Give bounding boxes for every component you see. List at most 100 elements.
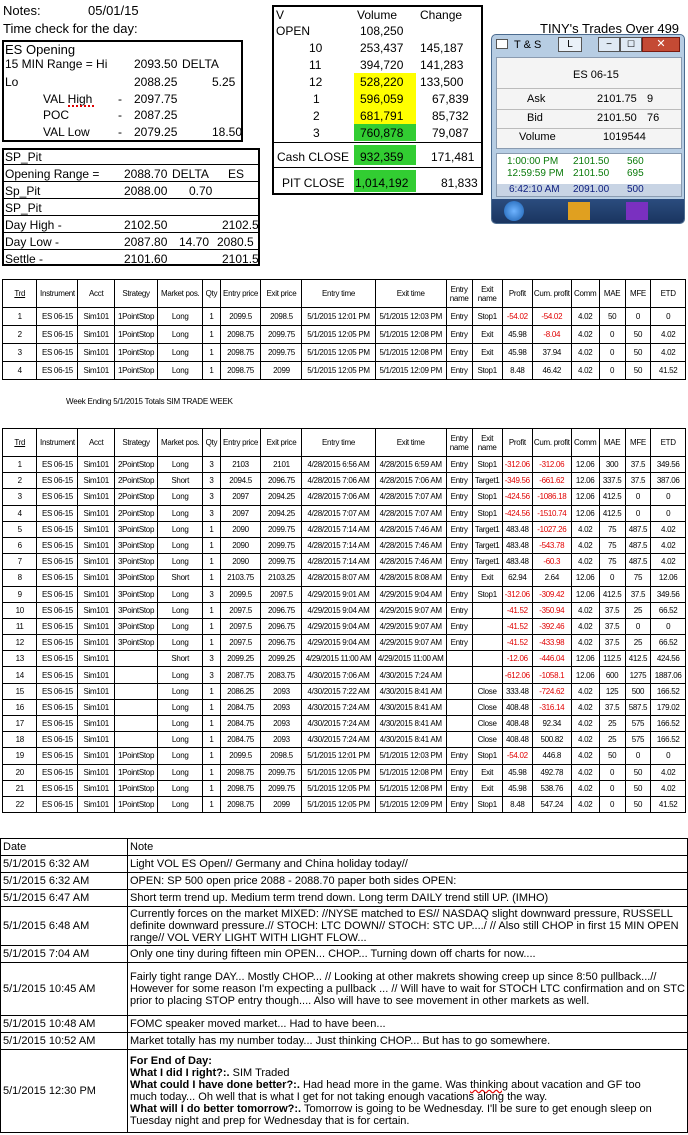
cell-mfe: 0 — [624, 504, 652, 522]
cell-qty: 1 — [202, 779, 221, 797]
cell-acct: Sim101 — [77, 650, 116, 668]
cell-comm: 4.02 — [570, 601, 600, 619]
cell-acct: Sim101 — [77, 504, 116, 522]
header-exit-price: Exit price — [260, 279, 303, 308]
cell-entry-price: 2087.75 — [219, 666, 262, 684]
cell-market-pos: Long — [157, 714, 204, 733]
cell-mae: 50 — [598, 747, 626, 765]
trades-today-table: Trd Instrument Acct Strategy Market pos. Qty E… — [1, 279, 686, 380]
cell-exit-price: 2094.25 — [260, 488, 303, 506]
note-date: 5/1/2015 6:48 AM — [0, 906, 128, 946]
cell-exit-time: 4/30/2015 8:41 AM — [374, 731, 447, 749]
maximize-icon[interactable]: ☐ — [620, 37, 642, 52]
cell-exit-price: 2099.75 — [260, 553, 303, 571]
cell-entry-price: 2099.5 — [219, 307, 262, 326]
header-cum-profit: Cum. profit — [531, 428, 572, 457]
notes-date-header: Date — [0, 838, 128, 856]
poc-value: 2087.25 — [134, 108, 178, 122]
cell-qty: 1 — [202, 569, 221, 587]
cell-strategy — [114, 714, 159, 733]
cell-entry-price: 2099.25 — [219, 650, 262, 668]
cell-trd: 21 — [1, 779, 38, 797]
l-button[interactable]: L — [558, 37, 582, 52]
cell-exit-time: 4/30/2015 7:24 AM — [374, 666, 447, 684]
header-instrument: Instrument — [36, 428, 79, 457]
cell-market-pos: Long — [157, 455, 204, 474]
tick-size: 560 — [627, 156, 644, 167]
question-3: What will I do better tomorrow?:. — [130, 1103, 302, 1115]
cell-etd: 349.56 — [650, 585, 686, 603]
cell-entry-time: 4/30/2015 7:24 AM — [301, 698, 376, 717]
close-icon[interactable]: ✕ — [642, 37, 680, 52]
taskbar-app-icon[interactable] — [568, 202, 590, 220]
taskbar-app-icon[interactable] — [626, 202, 648, 220]
cell-exit-name: Exit — [471, 343, 503, 362]
cell-comm: 4.02 — [570, 682, 600, 700]
cell-acct: Sim101 — [77, 361, 116, 380]
cell-entry-price: 2084.75 — [219, 698, 262, 717]
cell-instrument: ES 06-15 — [36, 682, 79, 700]
cell-comm: 12.06 — [570, 585, 600, 603]
header-mae: MAE — [598, 279, 626, 308]
tick-list[interactable]: 1:00:00 PM 2101.50 560 12:59:59 PM 2101.… — [496, 153, 682, 197]
cell-entry-name — [445, 666, 473, 684]
cell-mfe: 50 — [624, 795, 652, 814]
cell-mae: 412.5 — [598, 488, 626, 506]
vol-row-label: 11 — [309, 58, 322, 72]
cell-entry-price: 2097 — [219, 504, 262, 522]
pit-close-label: PIT CLOSE — [282, 176, 345, 190]
cell-entry-name: Entry — [445, 520, 473, 538]
cell-trd: 13 — [1, 650, 38, 668]
header-exit-name: Exit name — [471, 279, 503, 308]
vol-row-volume: 760,878 — [360, 126, 404, 140]
es-opening-title: ES Opening — [5, 42, 76, 57]
cell-entry-price: 2098.75 — [219, 361, 262, 380]
cell-cum-profit: -309.42 — [531, 585, 572, 603]
cell-exit-time: 4/28/2015 8:08 AM — [374, 569, 447, 587]
cell-entry-name: Entry — [445, 617, 473, 636]
cell-mae: 0 — [598, 325, 626, 344]
cell-market-pos: Short — [157, 569, 204, 587]
cell-exit-name: Target1 — [471, 472, 503, 490]
cell-exit-price: 2096.75 — [260, 601, 303, 619]
cell-cum-profit: 2.64 — [531, 569, 572, 587]
val-low-label: VAL Low — [43, 125, 90, 139]
cell-acct: Sim101 — [77, 779, 116, 797]
note-text: Currently forces on the market MIXED: //… — [127, 906, 688, 946]
tick-time: 1:00:00 PM — [507, 156, 559, 167]
cell-etd: 0 — [650, 488, 686, 506]
cell-exit-time: 4/28/2015 7:07 AM — [374, 488, 447, 506]
cell-exit-time: 4/29/2015 11:00 AM — [374, 650, 447, 668]
table-row: 14 ES 06-15 Sim101 Long 3 2087.75 2083.75 4/30/… — [1, 666, 686, 684]
cell-mae: 75 — [598, 553, 626, 571]
cell-instrument: ES 06-15 — [36, 585, 79, 603]
start-orb-icon[interactable] — [504, 201, 524, 221]
cell-instrument: ES 06-15 — [36, 569, 79, 587]
cell-cum-profit: -392.46 — [531, 617, 572, 636]
cell-exit-time: 5/1/2015 12:08 PM — [374, 343, 447, 362]
minimize-icon[interactable]: − — [598, 37, 620, 52]
cell-trd: 2 — [1, 325, 38, 344]
table-row: 18 ES 06-15 Sim101 Long 1 2084.75 2093 4/30/201… — [1, 731, 686, 749]
time-and-sales-window[interactable]: T & S L − ☐ ✕ ES 06-15 Ask 2101.75 9 Bid… — [491, 34, 685, 224]
cell-mfe: 50 — [624, 361, 652, 380]
cell-mfe: 37.5 — [624, 455, 652, 474]
cell-qty: 3 — [202, 472, 221, 490]
val-low-dash: - — [118, 125, 122, 139]
cell-exit-time: 4/30/2015 8:41 AM — [374, 714, 447, 733]
table-row: 13 ES 06-15 Sim101 Short 3 2099.25 2099.25 4/29… — [1, 650, 686, 668]
cell-entry-price: 2098.75 — [219, 795, 262, 814]
date-value: 05/01/15 — [88, 3, 139, 18]
cell-comm: 12.06 — [570, 650, 600, 668]
time-check-label: Time check for the day: — [3, 21, 138, 36]
cell-acct: Sim101 — [77, 682, 116, 700]
cell-exit-name: Stop1 — [471, 455, 503, 474]
cell-entry-time: 4/28/2015 7:06 AM — [301, 472, 376, 490]
cell-exit-name — [471, 666, 503, 684]
cell-comm: 4.02 — [570, 307, 600, 326]
note-text: OPEN: SP 500 open price 2088 - 2088.70 p… — [127, 872, 688, 890]
cell-acct: Sim101 — [77, 472, 116, 490]
cell-mae: 412.5 — [598, 504, 626, 522]
cell-market-pos: Long — [157, 795, 204, 814]
cash-close-change: 171,481 — [431, 150, 475, 164]
